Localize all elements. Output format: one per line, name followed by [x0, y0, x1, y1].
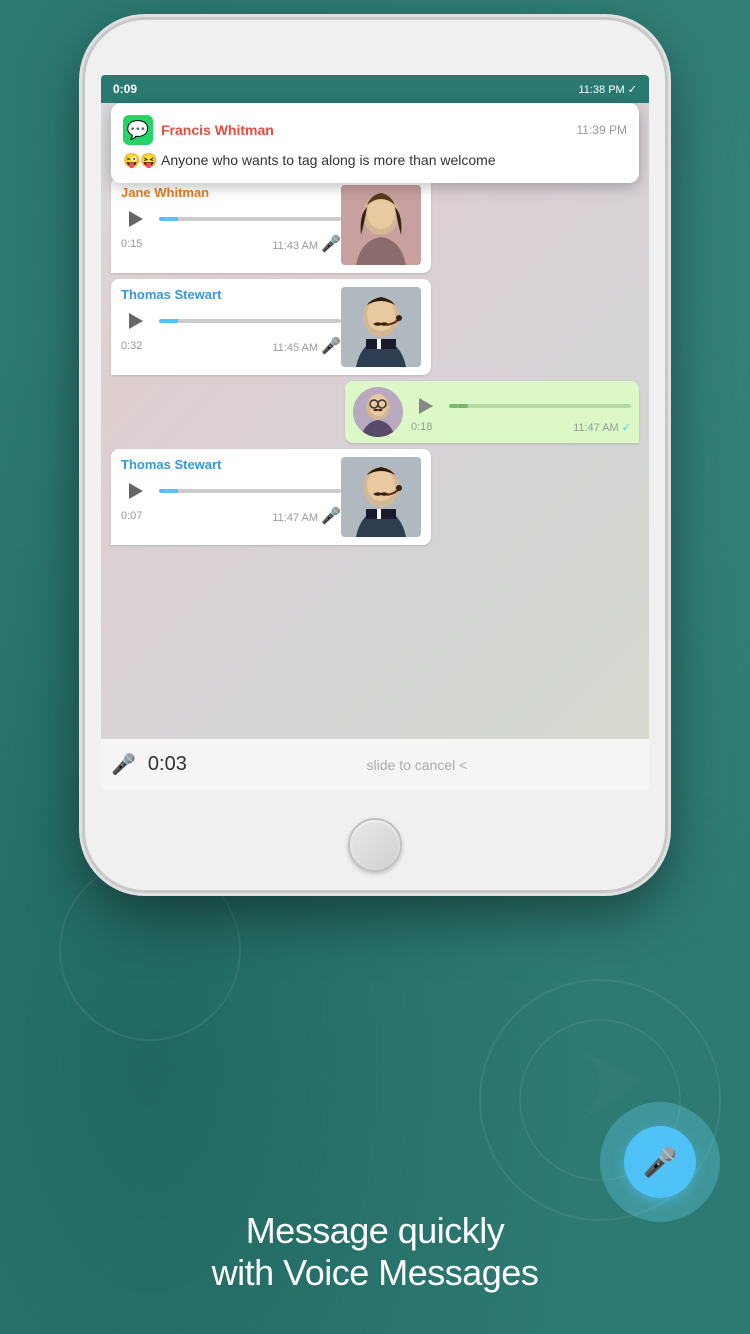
- thomas-1-play-icon: [129, 313, 143, 329]
- jane-voice-player[interactable]: [121, 204, 341, 234]
- whatsapp-icon: 💬: [123, 115, 153, 145]
- sent-play-button[interactable]: [411, 391, 441, 421]
- sent-duration: 0:18: [411, 421, 432, 433]
- thomas-1-waveform: [159, 319, 341, 323]
- bottom-text-line1: Message quickly: [0, 1210, 750, 1252]
- notification-time: 11:39 PM: [577, 123, 627, 137]
- thomas-2-progress-dot: [168, 489, 178, 493]
- jane-progress-bar: [159, 217, 341, 221]
- slide-cancel-text: slide to cancel <: [195, 757, 639, 773]
- sent-progress-dot: [458, 404, 468, 408]
- status-right-icons: 11:38 PM ✓: [578, 83, 637, 96]
- thomas-2-waveform: [159, 489, 341, 493]
- status-time: 0:09: [113, 82, 137, 96]
- thomas-2-mic-icon: 🎤: [321, 508, 341, 525]
- notification-text: 😜😝 Anyone who wants to tag along is more…: [123, 151, 627, 171]
- jane-mic-icon: 🎤: [321, 236, 341, 253]
- sent-voice-content: 0:18 11:47 AM ✓: [411, 391, 631, 434]
- thomas-1-photo: [341, 287, 421, 367]
- phone-screen: 0:09 11:38 PM ✓ 💬 Francis Whitman 11:39 …: [101, 75, 649, 790]
- jane-photo: [341, 185, 421, 265]
- thomas-1-time: 11:45 AM 🎤: [272, 336, 341, 356]
- thomas-1-mic-icon: 🎤: [321, 338, 341, 355]
- jane-progress: [159, 217, 168, 221]
- recording-mic-icon: 🎤: [111, 752, 136, 777]
- notification-popup: 💬 Francis Whitman 11:39 PM 😜😝 Anyone who…: [111, 103, 639, 183]
- sent-checkmark: ✓: [622, 422, 631, 434]
- phone-frame: 0:09 11:38 PM ✓ 💬 Francis Whitman 11:39 …: [85, 20, 665, 890]
- mic-float-outer: 🎤: [600, 1102, 720, 1222]
- thomas-voice-message-2: Thomas Stewart: [111, 449, 431, 545]
- sent-play-icon: [419, 398, 433, 414]
- home-button[interactable]: [348, 818, 402, 872]
- mic-float-icon: 🎤: [643, 1146, 678, 1179]
- sent-progress: [449, 404, 458, 408]
- status-right-text: 11:38 PM ✓: [578, 83, 637, 96]
- thomas-2-voice-info: 0:07 11:47 AM 🎤: [121, 506, 341, 526]
- thomas-2-voice-player[interactable]: [121, 476, 341, 506]
- sent-time: 11:47 AM ✓: [573, 421, 631, 434]
- thomas-1-play-button[interactable]: [121, 306, 151, 336]
- jane-message-content: Jane Whitman: [121, 185, 341, 265]
- thomas-2-time: 11:47 AM 🎤: [272, 506, 341, 526]
- thomas-1-sender-name: Thomas Stewart: [121, 287, 341, 302]
- thomas-1-content: Thomas Stewart: [121, 287, 341, 367]
- chat-background: 🚣🏊🏄⛵🚤🌅☁️ 11:42 AM ✓ Jane Whitman: [101, 103, 649, 738]
- jane-progress-dot: [168, 217, 178, 221]
- thomas-1-progress: [159, 319, 168, 323]
- sent-waveform: [449, 404, 631, 408]
- thomas-2-play-button[interactable]: [121, 476, 151, 506]
- jane-voice-message: Jane Whitman: [111, 177, 431, 273]
- thomas-1-voice-player[interactable]: [121, 306, 341, 336]
- bottom-text-line2: with Voice Messages: [0, 1252, 750, 1294]
- sent-voice-person-photo: [353, 387, 403, 437]
- notification-sender: Francis Whitman: [161, 122, 274, 138]
- sent-progress-bar: [449, 404, 631, 408]
- thomas-2-play-icon: [129, 483, 143, 499]
- thomas-1-voice-info: 0:32 11:45 AM 🎤: [121, 336, 341, 356]
- jane-play-icon: [129, 211, 143, 227]
- status-bar: 0:09 11:38 PM ✓: [101, 75, 649, 103]
- jane-duration: 0:15: [121, 238, 142, 250]
- jane-waveform: [159, 217, 341, 221]
- mic-float-button[interactable]: 🎤: [624, 1126, 696, 1198]
- sent-voice-info: 0:18 11:47 AM ✓: [411, 421, 631, 434]
- thomas-2-photo: [341, 457, 421, 537]
- sent-voice-message: 0:18 11:47 AM ✓: [345, 381, 639, 443]
- thomas-2-progress: [159, 489, 168, 493]
- thomas-2-progress-bar: [159, 489, 341, 493]
- sent-voice-player[interactable]: [411, 391, 631, 421]
- thomas-2-sender-name: Thomas Stewart: [121, 457, 341, 472]
- jane-voice-info: 0:15 11:43 AM 🎤: [121, 234, 341, 254]
- thomas-1-progress-bar: [159, 319, 341, 323]
- bottom-text: Message quickly with Voice Messages: [0, 1210, 750, 1294]
- jane-sender-name: Jane Whitman: [121, 185, 341, 200]
- thomas-2-duration: 0:07: [121, 510, 142, 522]
- thomas-2-content: Thomas Stewart: [121, 457, 341, 537]
- jane-play-button[interactable]: [121, 204, 151, 234]
- jane-time: 11:43 AM 🎤: [272, 234, 341, 254]
- thomas-1-duration: 0:32: [121, 340, 142, 352]
- notification-header: 💬 Francis Whitman 11:39 PM: [123, 115, 627, 145]
- thomas-1-progress-dot: [168, 319, 178, 323]
- thomas-voice-message-1: Thomas Stewart: [111, 279, 431, 375]
- input-bar: 🎤 0:03 slide to cancel <: [101, 738, 649, 790]
- recording-time: 0:03: [148, 753, 187, 776]
